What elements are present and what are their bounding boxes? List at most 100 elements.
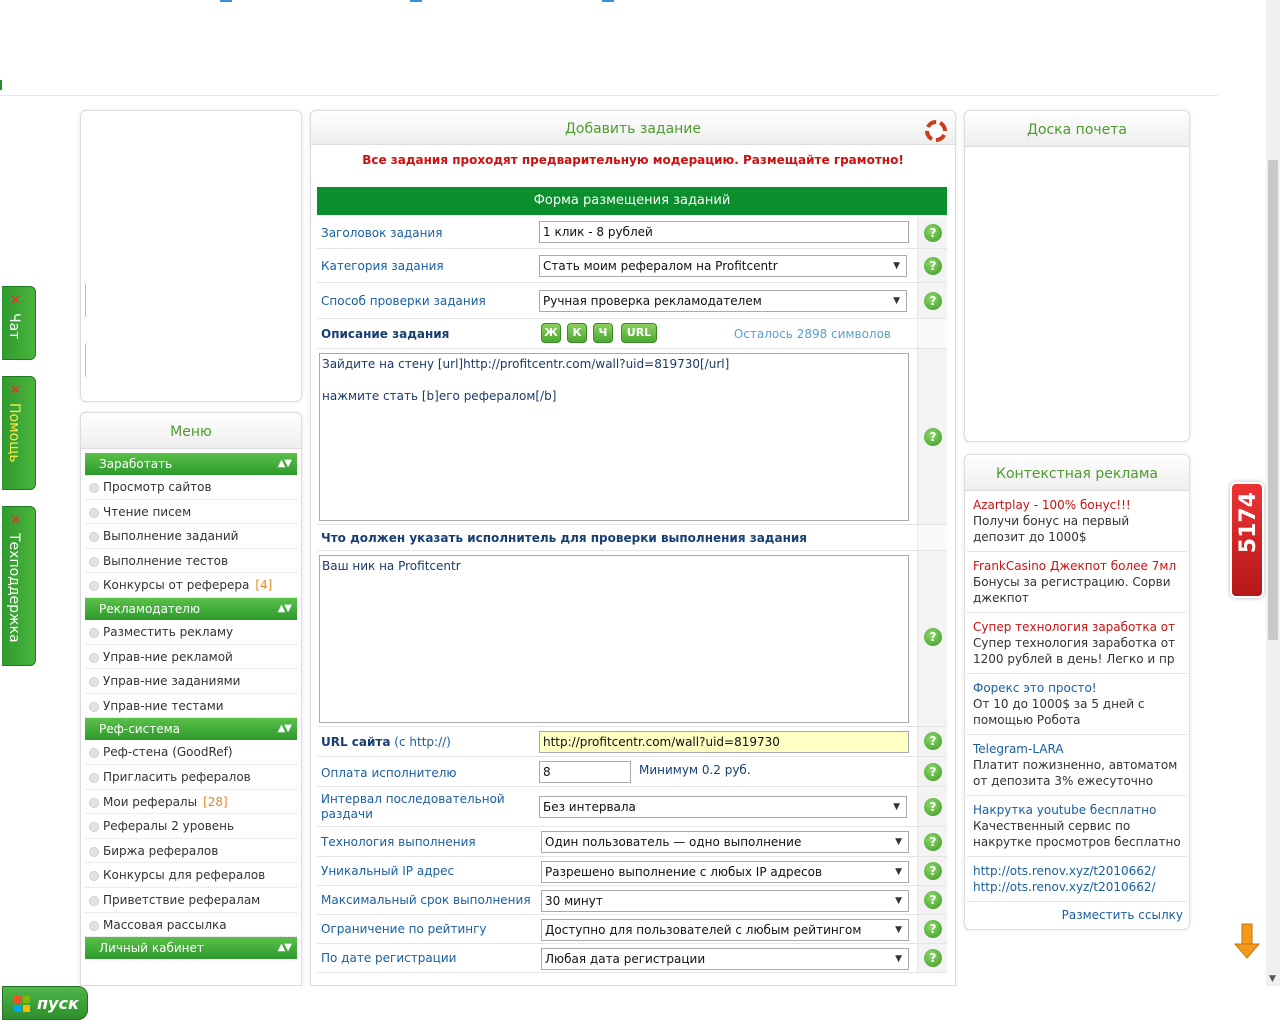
task-title-input[interactable]: 1 клик - 8 рублей — [539, 221, 909, 243]
collapse-arrows-icon[interactable]: ▲▼ — [278, 598, 292, 620]
ad-title[interactable]: Супер технология заработка от — [973, 619, 1181, 635]
menu-section-referral[interactable]: Реф-система ▲▼ — [85, 718, 297, 741]
ad-item[interactable]: http://ots.renov.xyz/t2010662/http://ots… — [967, 857, 1187, 902]
help-icon[interactable]: ? — [924, 920, 942, 938]
menu-item-greeting[interactable]: Приветствие рефералам — [85, 888, 297, 913]
help-icon[interactable]: ? — [924, 224, 942, 242]
windows-flag-icon — [14, 996, 30, 1012]
pay-min-hint: Минимум 0.2 руб. — [639, 763, 751, 777]
menu-item-label: Конкурсы от реферера — [103, 578, 250, 593]
support-tab[interactable]: ✕ Техподдержка — [2, 506, 36, 666]
category-select[interactable]: Стать моим рефералом на Profitcentr — [539, 255, 907, 277]
menu-item-mailing[interactable]: Массовая рассылка — [85, 913, 297, 938]
menu-item-manage-tests[interactable]: Управ-ние тестами — [85, 694, 297, 719]
rating-select[interactable]: Доступно для пользователей с любым рейти… — [541, 919, 909, 941]
ad-title[interactable]: FrankCasino Джекпот более 7мл — [973, 558, 1181, 574]
check-method-select[interactable]: Ручная проверка рекламодателем — [539, 290, 907, 312]
help-column: ? — [917, 787, 947, 826]
ad-title[interactable]: Накрутка youtube бесплатно — [973, 802, 1181, 818]
menu-section-earn[interactable]: Заработать ▲▼ — [85, 453, 297, 475]
close-icon[interactable]: ✕ — [10, 293, 21, 308]
help-column: ? — [917, 827, 947, 856]
menu-item-label: Управ-ние тестами — [103, 698, 224, 713]
row-pay: Оплата исполнителю 8 Минимум 0.2 руб. ? — [317, 757, 947, 787]
ad-title[interactable]: Azartplay - 100% бонус!!! — [973, 497, 1181, 513]
start-button[interactable]: пуск — [2, 986, 88, 1020]
menu-item-referrer-contests[interactable]: Конкурсы от реферера [4] — [85, 573, 297, 598]
ad-item[interactable]: Форекс это просто! От 10 до 1000$ за 5 дн… — [967, 674, 1187, 735]
help-icon[interactable]: ? — [924, 949, 942, 967]
help-icon[interactable]: ? — [924, 862, 942, 880]
help-column: ? — [917, 886, 947, 914]
help-icon[interactable]: ? — [924, 732, 942, 750]
menu-section-cabinet[interactable]: Личный кабинет ▲▼ — [85, 937, 297, 960]
pay-input[interactable]: 8 — [539, 761, 631, 783]
pay-label: Оплата исполнителю — [321, 766, 457, 780]
help-icon[interactable]: ? — [924, 628, 942, 646]
menu-item-tasks[interactable]: Выполнение заданий — [85, 524, 297, 549]
ad-item[interactable]: Супер технология заработка от Супер техно… — [967, 613, 1187, 674]
bold-button[interactable]: Ж — [541, 323, 561, 343]
ad-item[interactable]: Azartplay - 100% бонус!!! Получи бонус на… — [967, 491, 1187, 552]
menu-item-exchange[interactable]: Биржа рефералов — [85, 839, 297, 864]
menu-item-my-referrals[interactable]: Мои рефералы [28] — [85, 790, 297, 815]
menu-item-place-ad[interactable]: Разместить рекламу — [85, 620, 297, 645]
menu-item-tests[interactable]: Выполнение тестов — [85, 549, 297, 574]
menu-item-label: Мои рефералы — [103, 794, 198, 809]
italic-button[interactable]: К — [567, 323, 587, 343]
page-scrollbar[interactable]: ▼ — [1266, 0, 1280, 986]
menu-item-label: Чтение писем — [103, 504, 192, 519]
collapse-arrows-icon[interactable]: ▲▼ — [278, 937, 292, 959]
ad-item[interactable]: Telegram-LARA Платит пожизненно, автомато… — [967, 735, 1187, 796]
ad-item[interactable]: FrankCasino Джекпот более 7мл Бонусы за р… — [967, 552, 1187, 613]
menu-item-ref-wall[interactable]: Реф-стена (GoodRef) — [85, 740, 297, 765]
help-icon[interactable]: ? — [924, 428, 942, 446]
start-label: пуск — [37, 994, 79, 1013]
top-marker — [410, 0, 422, 2]
regdate-select[interactable]: Любая дата регистрации — [541, 948, 909, 970]
menu-item-level2[interactable]: Рефералы 2 уровень — [85, 814, 297, 839]
menu-item-view-sites[interactable]: Просмотр сайтов — [85, 475, 297, 500]
ad-title[interactable]: Telegram-LARA — [973, 741, 1181, 757]
ad-title[interactable]: http://ots.renov.xyz/t2010662/ — [973, 863, 1181, 879]
close-icon[interactable]: ✕ — [10, 513, 21, 528]
help-icon[interactable]: ? — [924, 891, 942, 909]
help-icon[interactable]: ? — [924, 763, 942, 781]
menu-item-ref-contests[interactable]: Конкурсы для рефералов — [85, 863, 297, 888]
ad-item[interactable]: Накрутка youtube бесплатно Качественный с… — [967, 796, 1187, 857]
menu-item-manage-tasks[interactable]: Управ-ние заданиями — [85, 669, 297, 694]
menu-section-advertiser[interactable]: Рекламодателю ▲▼ — [85, 597, 297, 620]
proof-textarea[interactable]: Ваш ник на Profitcentr — [319, 555, 909, 723]
collapse-arrows-icon[interactable]: ▲▼ — [278, 718, 292, 740]
arrow-down-icon[interactable] — [1234, 922, 1260, 962]
term-select[interactable]: 30 минут — [541, 890, 909, 912]
collapse-arrows-icon[interactable]: ▲▼ — [278, 453, 292, 475]
online-counter-badge[interactable]: 5174 — [1230, 482, 1264, 598]
lifebuoy-icon[interactable] — [925, 120, 947, 142]
url-input[interactable]: http://profitcentr.com/wall?uid=819730 — [539, 731, 909, 753]
underline-button[interactable]: Ч — [593, 323, 613, 343]
help-icon[interactable]: ? — [924, 798, 942, 816]
row-check-method: Способ проверки задания Ручная проверка … — [317, 283, 947, 319]
tech-select[interactable]: Один пользователь — одно выполнение — [541, 831, 909, 853]
help-icon[interactable]: ? — [924, 292, 942, 310]
chat-tab[interactable]: ✕ Чат — [2, 286, 36, 360]
close-icon[interactable]: ✕ — [10, 383, 21, 398]
scroll-down-icon[interactable]: ▼ — [1269, 974, 1276, 984]
menu-item-read-mail[interactable]: Чтение писем — [85, 500, 297, 525]
menu-item-invite[interactable]: Пригласить рефералов — [85, 765, 297, 790]
ip-select[interactable]: Разрешено выполнение с любых IP адресов — [541, 861, 909, 883]
help-icon[interactable]: ? — [924, 257, 942, 275]
ad-title[interactable]: Форекс это просто! — [973, 680, 1181, 696]
interval-select[interactable]: Без интервала — [539, 796, 907, 818]
place-link[interactable]: Разместить ссылку — [965, 902, 1189, 922]
decor-line — [85, 283, 88, 317]
help-icon[interactable]: ? — [924, 833, 942, 851]
scrollbar-thumb[interactable] — [1268, 160, 1278, 640]
description-textarea[interactable]: Зайдите на стену [url]http://profitcentr… — [319, 353, 909, 521]
menu-item-label: Приветствие рефералам — [103, 892, 261, 907]
menu-item-manage-ads[interactable]: Управ-ние рекламой — [85, 645, 297, 670]
row-category: Категория задания Стать моим рефералом н… — [317, 249, 947, 283]
help-tab[interactable]: ✕ Помощь — [2, 376, 36, 490]
url-button[interactable]: URL — [621, 323, 657, 343]
